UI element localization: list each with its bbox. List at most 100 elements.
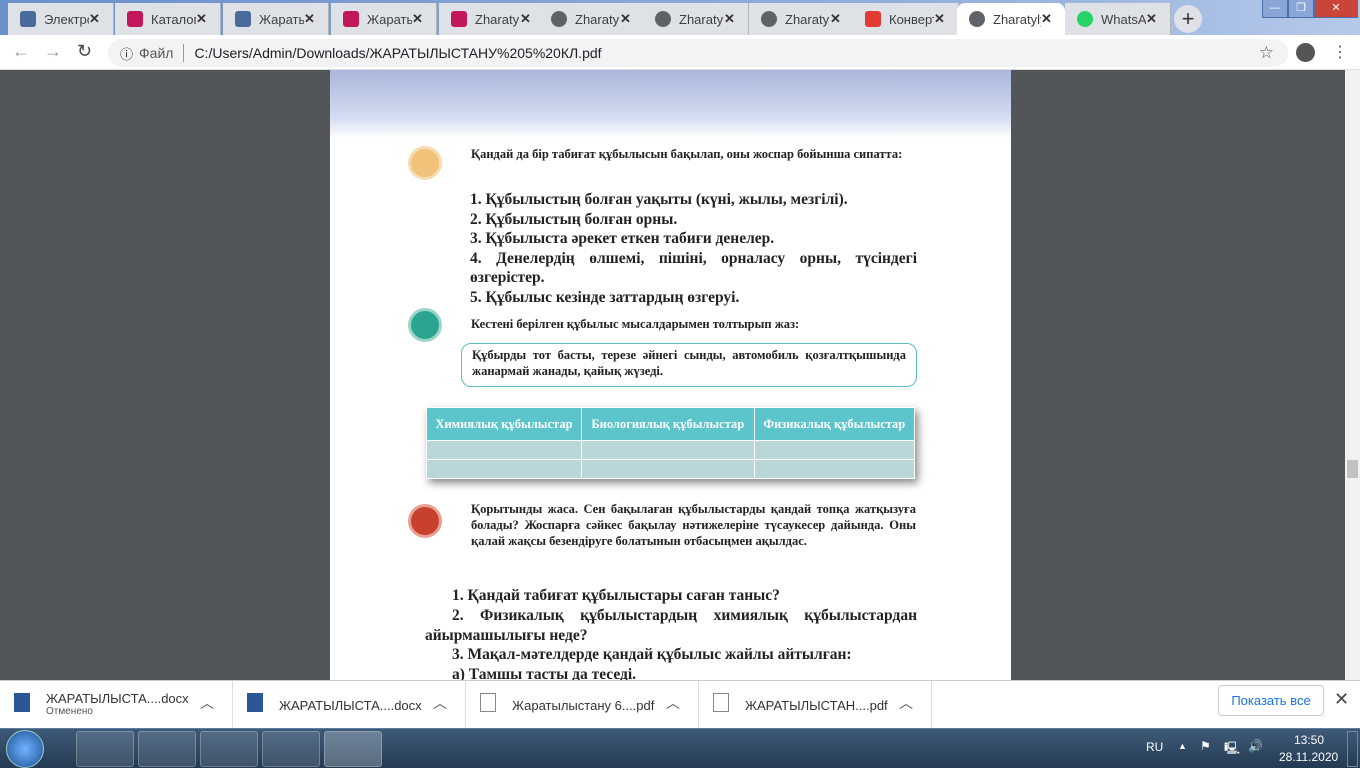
word-icon[interactable] — [262, 731, 320, 767]
tab-label: Zharatylystanu — [575, 11, 620, 27]
new-tab-button[interactable]: + — [1174, 5, 1202, 33]
close-tab-icon[interactable]: ✕ — [412, 11, 428, 27]
scrollbar-thumb[interactable] — [1347, 460, 1358, 478]
close-tab-icon[interactable]: ✕ — [520, 11, 536, 27]
question: 3. Мақал-мәтелдерде қандай құбылыс жайлы… — [452, 646, 852, 663]
task1-intro: Қандай да бір табиғат құбылысын бақылап,… — [471, 147, 903, 161]
close-tab-icon[interactable]: ✕ — [620, 11, 636, 27]
reload-icon[interactable]: ↻ — [77, 41, 92, 62]
close-tab-icon[interactable]: ✕ — [724, 11, 740, 27]
scrollbar[interactable] — [1345, 70, 1360, 680]
tab[interactable]: Жаратылыстану✕ — [331, 3, 437, 35]
list-item: 5. Құбылыс кезінде заттардың өзгеруі. — [470, 288, 740, 306]
profile-icon[interactable] — [1296, 43, 1315, 62]
minimize-button[interactable]: — — [1262, 0, 1288, 18]
tab[interactable]: Каталог ✕ — [115, 3, 221, 35]
close-window-button[interactable]: ✕ — [1314, 0, 1358, 18]
volume-icon[interactable]: 🔊 — [1248, 739, 1263, 753]
info-icon[interactable]: ⓘ — [120, 44, 133, 63]
chrome-icon[interactable] — [324, 731, 382, 767]
divider — [183, 44, 185, 62]
chevron-up-icon[interactable]: ︿ — [200, 693, 214, 713]
close-tab-icon[interactable]: ✕ — [1041, 11, 1057, 27]
download-item[interactable]: ЖАРАТЫЛЫСТА....docx Отменено ︿ — [0, 681, 233, 729]
tab[interactable]: Zharatylystanu✕ — [749, 3, 855, 35]
download-item[interactable]: Жаратылыстану 6....pdf ︿ — [466, 681, 699, 729]
show-all-button[interactable]: Показать все — [1218, 685, 1324, 716]
downloads-bar: ЖАРАТЫЛЫСТА....docx Отменено ︿ ЖАРАТЫЛЫСТА.… — [0, 680, 1360, 729]
tab-strip: Электронный✕Каталог✕Жаратылыстану✕Жараты… — [0, 0, 1360, 35]
word-file-icon — [247, 693, 263, 712]
download-item[interactable]: ЖАРАТЫЛЫСТАН....pdf ︿ — [699, 681, 932, 729]
bookmark-star-icon[interactable]: ☆ — [1259, 43, 1274, 63]
clock-time[interactable]: 13:50 — [1294, 733, 1324, 747]
tab-label: Электронный — [44, 11, 89, 27]
close-tab-icon[interactable]: ✕ — [304, 11, 320, 27]
phenomena-table: Химиялық құбылыстар Биологиялық құбылыста… — [426, 407, 916, 479]
close-tab-icon[interactable]: ✕ — [830, 11, 846, 27]
file-icon — [713, 693, 729, 712]
list-item: 2. Құбылыстың болған орны. — [470, 210, 678, 228]
books-icon — [20, 11, 36, 27]
close-tab-icon[interactable]: ✕ — [1146, 11, 1162, 27]
scheme-label: Файл — [139, 45, 174, 61]
forward-icon[interactable]: → — [44, 41, 62, 62]
tab-label: Zharatylystanu — [993, 11, 1041, 27]
table-row — [426, 459, 916, 479]
task1-list: 1. Құбылыстың болған уақыты (күні, жылы,… — [470, 190, 917, 307]
close-tab-icon[interactable]: ✕ — [934, 11, 950, 27]
globe-icon — [551, 11, 567, 27]
table-header: Химиялық құбылыстар — [426, 407, 582, 441]
menu-icon[interactable]: ⋮ — [1332, 42, 1348, 62]
tab-label: Жаратылыстану — [367, 11, 412, 27]
network-icon[interactable]: 🖳 — [1224, 739, 1240, 760]
start-button[interactable] — [6, 730, 44, 768]
chevron-up-icon[interactable]: ︿ — [899, 693, 913, 713]
toolbar: ← → ↻ ⓘ Файл C:/Users/Admin/Downloads/ЖА… — [0, 35, 1360, 70]
back-icon[interactable]: ← — [12, 41, 30, 62]
close-tab-icon[interactable]: ✕ — [196, 11, 212, 27]
maximize-button[interactable]: ❐ — [1288, 0, 1314, 18]
examples-box: Құбырды тот басты, терезе әйнегі сынды, … — [461, 343, 917, 387]
close-tab-icon[interactable]: ✕ — [89, 11, 105, 27]
chevron-up-icon[interactable]: ︿ — [433, 693, 447, 713]
table-row — [426, 440, 916, 460]
tab[interactable]: Жаратылыстану✕ — [223, 3, 329, 35]
tab[interactable]: Конвертер✕ — [853, 3, 959, 35]
close-icon[interactable]: ✕ — [1334, 689, 1349, 710]
tab[interactable]: Zharatylystanu✕ — [539, 3, 645, 35]
house-icon — [408, 504, 442, 538]
tab[interactable]: Электронный✕ — [8, 3, 114, 35]
show-desktop-button[interactable] — [1347, 731, 1358, 767]
tab[interactable]: Zharatylystanu✕ — [439, 3, 545, 35]
taskbar-app-icon[interactable] — [76, 731, 134, 767]
page-header-image — [330, 70, 1011, 138]
pdf-viewer: Қандай да бір табиғат құбылысын бақылап,… — [0, 70, 1345, 680]
ie-icon[interactable] — [200, 731, 258, 767]
tab-label: Конвертер — [889, 11, 934, 27]
folder-icon[interactable] — [138, 731, 196, 767]
tab[interactable]: WhatsApp✕ — [1065, 3, 1171, 35]
list-item: 1. Құбылыстың болған уақыты (күні, жылы,… — [470, 191, 848, 208]
book-icon — [343, 11, 359, 27]
question: 2. Физикалық құбылыстардың химиялық құбы… — [425, 607, 917, 644]
language-indicator[interactable]: RU — [1146, 740, 1163, 754]
chevron-up-icon[interactable]: ︿ — [666, 693, 680, 713]
address-bar[interactable]: ⓘ Файл C:/Users/Admin/Downloads/ЖАРАТЫЛЫ… — [108, 39, 1288, 67]
tab[interactable]: Zharatylystanu✕ — [643, 3, 749, 35]
action-center-flag-icon[interactable]: ⚑ — [1200, 739, 1211, 753]
download-name: ЖАРАТЫЛЫСТАН....pdf — [745, 698, 888, 713]
download-item[interactable]: ЖАРАТЫЛЫСТА....docx ︿ — [233, 681, 466, 729]
download-name: ЖАРАТЫЛЫСТА....docx — [46, 691, 189, 706]
task3-bold: Қорытынды жаса. — [471, 502, 579, 516]
url-text[interactable]: C:/Users/Admin/Downloads/ЖАРАТЫЛЫСТАНУ%2… — [194, 45, 601, 61]
table-header: Биологиялық құбылыстар — [580, 407, 755, 441]
tab-label: Zharatylystanu — [475, 11, 520, 27]
show-hidden-icons[interactable]: ▲ — [1178, 741, 1187, 751]
tab[interactable]: Zharatylystanu✕ — [957, 3, 1065, 35]
magnifier-icon — [408, 146, 442, 180]
question: 1. Қандай табиғат құбылыстары саған таны… — [452, 587, 780, 604]
clock-date[interactable]: 28.11.2020 — [1279, 750, 1338, 764]
task2-intro: Кестені берілген құбылыс мысалдарымен то… — [471, 317, 800, 331]
globe-icon — [969, 11, 985, 27]
